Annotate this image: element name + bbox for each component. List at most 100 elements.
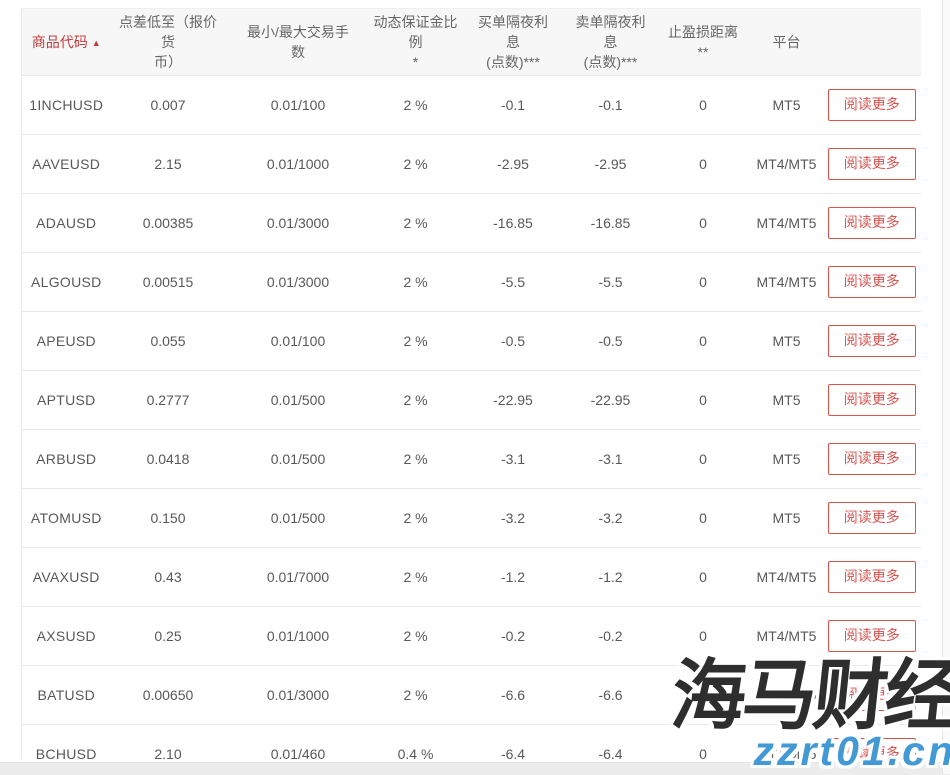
cell-margin: 2 % [371, 312, 461, 371]
column-header-label: 卖单隔夜利息(点数)*** [576, 14, 646, 71]
cell-platform: MT5 [751, 312, 823, 371]
read-more-button[interactable]: 阅读更多 [828, 620, 916, 651]
column-header-actions [823, 9, 922, 76]
cell-margin: 2 % [371, 76, 461, 135]
cell-sell-swap: -0.2 [566, 607, 656, 666]
cell-actions: 阅读更多 [823, 725, 922, 760]
cell-margin: 2 % [371, 548, 461, 607]
cell-buy-swap: -22.95 [461, 371, 566, 430]
cell-platform: MT4/MT5 [751, 725, 823, 760]
column-header-spread[interactable]: 点差低至（报价货币） [111, 9, 226, 76]
column-header-sell-swap[interactable]: 卖单隔夜利息(点数)*** [566, 9, 656, 76]
table-row: AXSUSD0.250.01/10002 %-0.2-0.20MT4/MT5阅读… [22, 607, 922, 666]
read-more-button[interactable]: 阅读更多 [828, 738, 916, 759]
cell-sell-swap: -6.6 [566, 666, 656, 725]
cell-stop-distance: 0 [656, 607, 751, 666]
cell-code: AVAXUSD [22, 548, 111, 607]
cell-code: 1INCHUSD [22, 76, 111, 135]
cell-buy-swap: -16.85 [461, 194, 566, 253]
column-header-buy-swap[interactable]: 买单隔夜利息(点数)*** [461, 9, 566, 76]
cell-lots: 0.01/3000 [226, 253, 371, 312]
column-header-stop-distance[interactable]: 止盈损距离** [656, 9, 751, 76]
cell-code: ARBUSD [22, 430, 111, 489]
cell-lots: 0.01/100 [226, 76, 371, 135]
table-row: ADAUSD0.003850.01/30002 %-16.85-16.850MT… [22, 194, 922, 253]
cell-buy-swap: -6.6 [461, 666, 566, 725]
table-row: BCHUSD2.100.01/4600.4 %-6.4-6.40MT4/MT5阅… [22, 725, 922, 760]
cell-sell-swap: -6.4 [566, 725, 656, 760]
cell-code: ATOMUSD [22, 489, 111, 548]
products-table: 商品代码 ▲ 点差低至（报价货币）最小/最大交易手数动态保证金比例* 买单隔夜利息(点… [21, 8, 921, 759]
page-section-divider [0, 762, 950, 775]
cell-actions: 阅读更多 [823, 371, 922, 430]
cell-code: AAVEUSD [22, 135, 111, 194]
cell-spread: 0.25 [111, 607, 226, 666]
cell-buy-swap: -0.5 [461, 312, 566, 371]
cell-spread: 0.00650 [111, 666, 226, 725]
cell-lots: 0.01/500 [226, 489, 371, 548]
cell-buy-swap: -1.2 [461, 548, 566, 607]
cell-platform: MT4/MT5 [751, 253, 823, 312]
column-header-margin[interactable]: 动态保证金比例* [371, 9, 461, 76]
cell-spread: 0.00385 [111, 194, 226, 253]
cell-margin: 2 % [371, 666, 461, 725]
cell-buy-swap: -6.4 [461, 725, 566, 760]
read-more-button[interactable]: 阅读更多 [828, 207, 916, 238]
column-header-label: 动态保证金比例* [374, 14, 458, 71]
cell-lots: 0.01/500 [226, 371, 371, 430]
cell-margin: 2 % [371, 430, 461, 489]
cell-stop-distance: 0 [656, 725, 751, 760]
cell-actions: 阅读更多 [823, 253, 922, 312]
read-more-button[interactable]: 阅读更多 [828, 502, 916, 533]
column-header-lots[interactable]: 最小/最大交易手数 [226, 9, 371, 76]
cell-spread: 0.43 [111, 548, 226, 607]
cell-lots: 0.01/3000 [226, 194, 371, 253]
cell-stop-distance: 0 [656, 194, 751, 253]
cell-platform: MT4/MT5 [751, 135, 823, 194]
table-row: AAVEUSD2.150.01/10002 %-2.95-2.950MT4/MT… [22, 135, 922, 194]
cell-sell-swap: -2.95 [566, 135, 656, 194]
cell-actions: 阅读更多 [823, 194, 922, 253]
cell-buy-swap: -0.2 [461, 607, 566, 666]
cell-actions: 阅读更多 [823, 76, 922, 135]
table-row: ARBUSD0.04180.01/5002 %-3.1-3.10MT5阅读更多 [22, 430, 922, 489]
cell-lots: 0.01/7000 [226, 548, 371, 607]
cell-spread: 2.10 [111, 725, 226, 760]
cell-sell-swap: -0.1 [566, 76, 656, 135]
read-more-button[interactable]: 阅读更多 [828, 89, 916, 120]
column-header-product-code[interactable]: 商品代码 ▲ [22, 9, 111, 76]
cell-spread: 2.15 [111, 135, 226, 194]
cell-stop-distance: 0 [656, 548, 751, 607]
cell-code: APTUSD [22, 371, 111, 430]
cell-lots: 0.01/1000 [226, 607, 371, 666]
column-header-label: 买单隔夜利息(点数)*** [478, 14, 548, 71]
scrollbar[interactable] [942, 0, 950, 774]
read-more-button[interactable]: 阅读更多 [828, 148, 916, 179]
read-more-button[interactable]: 阅读更多 [828, 266, 916, 297]
read-more-button[interactable]: 阅读更多 [828, 561, 916, 592]
read-more-button[interactable]: 阅读更多 [828, 325, 916, 356]
cell-platform: MT5 [751, 489, 823, 548]
table-header-row: 商品代码 ▲ 点差低至（报价货币）最小/最大交易手数动态保证金比例* 买单隔夜利息(点… [22, 9, 922, 76]
column-header-label: 点差低至（报价货币） [119, 14, 217, 71]
cell-platform: MT5 [751, 76, 823, 135]
cell-code: AXSUSD [22, 607, 111, 666]
cell-code: BCHUSD [22, 725, 111, 760]
cell-margin: 2 % [371, 371, 461, 430]
column-header-label: 平台 [773, 34, 801, 50]
read-more-button[interactable]: 阅读更多 [828, 443, 916, 474]
cell-margin: 2 % [371, 194, 461, 253]
column-header-platform[interactable]: 平台 [751, 9, 823, 76]
cell-spread: 0.0418 [111, 430, 226, 489]
read-more-button[interactable]: 阅读更多 [828, 384, 916, 415]
cell-stop-distance: 0 [656, 430, 751, 489]
cell-buy-swap: -2.95 [461, 135, 566, 194]
column-header-label: 商品代码 [32, 34, 88, 50]
table-row: APEUSD0.0550.01/1002 %-0.5-0.50MT5阅读更多 [22, 312, 922, 371]
sort-ascending-icon: ▲ [92, 38, 101, 48]
cell-lots: 0.01/460 [226, 725, 371, 760]
cell-actions: 阅读更多 [823, 489, 922, 548]
cell-buy-swap: -3.1 [461, 430, 566, 489]
read-more-button[interactable]: 阅读更多 [828, 679, 916, 710]
cell-lots: 0.01/1000 [226, 135, 371, 194]
